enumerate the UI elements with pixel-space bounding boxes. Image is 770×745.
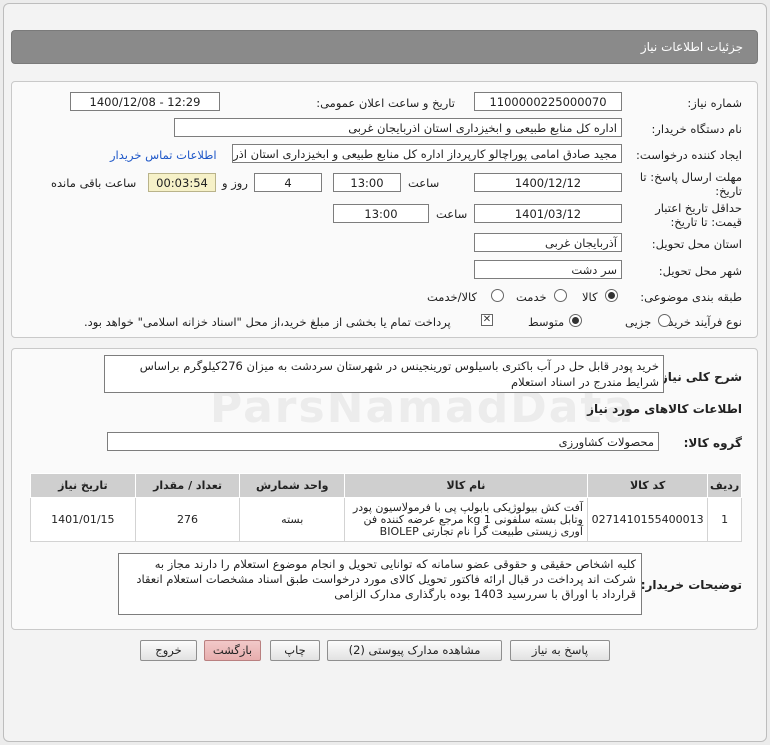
treasury-checkbox[interactable]: ✕: [481, 314, 493, 326]
reply-deadline-label-2: تاریخ:: [715, 184, 742, 198]
row-date: 1401/01/15: [30, 497, 136, 542]
delivery-city-label: شهر محل تحویل:: [658, 264, 742, 278]
col-code: کد کالا: [586, 473, 709, 498]
announce-label: تاریخ و ساعت اعلان عمومی:: [316, 96, 455, 110]
validity-label-2: قیمت: تا تاریخ:: [670, 215, 742, 229]
validity-label: حداقل تاریخ اعتبار: [655, 201, 742, 215]
page-header: جزئیات اطلاعات نیاز: [11, 30, 758, 64]
delivery-province-field: آذربایجان غربی: [474, 233, 622, 252]
remaining-time-label: ساعت باقی مانده: [51, 176, 137, 190]
reply-time-label: ساعت: [408, 176, 440, 190]
category-option-service: خدمت: [516, 290, 547, 304]
reply-time-field: 13:00: [333, 173, 401, 192]
back-button[interactable]: بازگشت: [204, 640, 261, 661]
category-option-goods-service: کالا/خدمت: [427, 290, 478, 304]
summary-box: خرید پودر قابل حل در آب باکتری باسیلوس ت…: [104, 355, 664, 393]
need-number-field: 1100000225000070: [474, 92, 622, 111]
buyer-notes-label: توضیحات خریدار:: [640, 578, 742, 592]
col-date: تاریخ نیاز: [30, 473, 136, 498]
col-qty: تعداد / مقدار: [134, 473, 241, 498]
days-field: 4: [254, 173, 322, 192]
validity-time-field: 13:00: [333, 204, 429, 223]
reply-date-field: 1400/12/12: [474, 173, 622, 192]
goods-group-label: گروه کالا:: [683, 436, 742, 450]
goods-table-header: ردیف کد کالا نام کالا واحد شمارش تعداد /…: [30, 473, 742, 498]
table-row: 1 0271410155400013 آفت کش بیولوژیکی بابو…: [30, 497, 742, 542]
delivery-city-field: سر دشت: [474, 260, 622, 279]
process-option-minor: جزیی: [625, 315, 652, 329]
process-label: نوع فرآیند خرید :: [660, 315, 742, 329]
creator-label: ایجاد کننده درخواست:: [636, 148, 742, 162]
row-unit: بسته: [239, 497, 346, 542]
goods-section-title: اطلاعات کالاهای مورد نیاز: [587, 402, 742, 416]
goods-table: ردیف کد کالا نام کالا واحد شمارش تعداد /…: [30, 473, 742, 542]
goods-group-field: محصولات کشاورزی: [107, 432, 659, 451]
category-radio-goods-service[interactable]: [491, 289, 504, 302]
summary-label: شرح کلی نیاز:: [656, 370, 742, 384]
payment-note: پرداخت تمام یا بخشی از مبلغ خرید،از محل …: [84, 315, 451, 329]
page-title: جزئیات اطلاعات نیاز: [640, 40, 743, 54]
row-index: 1: [707, 497, 742, 542]
reply-deadline-label: مهلت ارسال پاسخ: تا: [639, 170, 742, 184]
validity-time-label: ساعت: [436, 207, 468, 221]
category-radio-service[interactable]: [554, 289, 567, 302]
category-label: طبقه بندی موضوعی:: [640, 290, 742, 304]
need-number-label: شماره نیاز:: [687, 96, 742, 110]
remaining-time-field: 00:03:54: [148, 173, 216, 192]
category-option-goods: کالا: [582, 290, 598, 304]
col-index: ردیف: [707, 473, 742, 498]
validity-date-field: 1401/03/12: [474, 204, 622, 223]
buyer-notes-box: کلیه اشخاص حقیقی و حقوقی عضو سامانه که ت…: [118, 553, 642, 615]
exit-button[interactable]: خروج: [140, 640, 197, 661]
process-radio-medium[interactable]: [569, 314, 582, 327]
process-option-medium: متوسط: [528, 315, 565, 329]
row-name: آفت کش بیولوژیکی بابولپ پی با فرمولاسیون…: [344, 497, 588, 542]
row-qty: 276: [134, 497, 241, 542]
announce-field: 1400/12/08 - 12:29: [70, 92, 220, 111]
reply-button[interactable]: پاسخ به نیاز: [510, 640, 610, 661]
view-documents-button[interactable]: مشاهده مدارک پیوستی (2): [327, 640, 502, 661]
col-unit: واحد شمارش: [239, 473, 346, 498]
delivery-province-label: استان محل تحویل:: [651, 237, 742, 251]
col-name: نام کالا: [344, 473, 588, 498]
buyer-org-label: نام دستگاه خریدار:: [651, 122, 742, 136]
days-label: روز و: [222, 176, 248, 190]
buyer-org-field: اداره کل منابع طبیعی و ابخیزداری استان ا…: [174, 118, 622, 137]
creator-field: مجید صادق امامی پوراچالو کارپرداز اداره …: [232, 144, 622, 163]
print-button[interactable]: چاپ: [270, 640, 320, 661]
row-code: 0271410155400013: [586, 497, 709, 542]
category-radio-goods[interactable]: [605, 289, 618, 302]
contact-buyer-link[interactable]: اطلاعات تماس خریدار: [110, 148, 217, 162]
process-radio-minor[interactable]: [658, 314, 671, 327]
